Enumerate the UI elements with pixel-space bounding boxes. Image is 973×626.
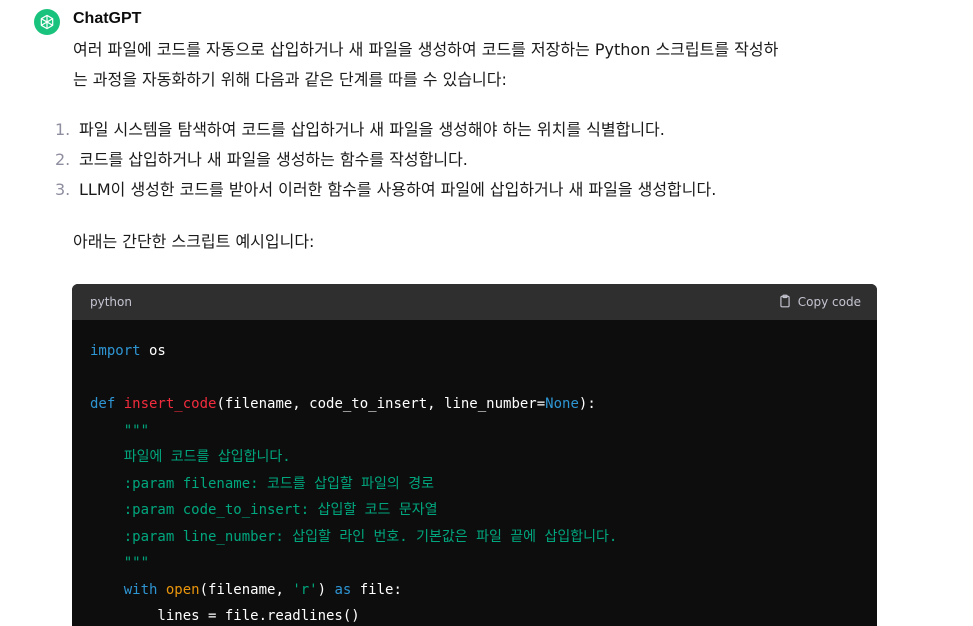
- code-token: 'r': [292, 581, 318, 598]
- intro-line-1: 여러 파일에 코드를 자동으로 삽입하거나 새 파일을 생성하여 코드를 저장하…: [73, 40, 779, 59]
- code-line: """: [90, 550, 859, 577]
- code-token: file:: [351, 581, 402, 598]
- code-token: ):: [578, 396, 596, 412]
- code-language-label: python: [90, 295, 132, 309]
- code-token: open: [165, 581, 200, 598]
- code-line: """: [90, 418, 859, 445]
- assistant-message: ChatGPT 여러 파일에 코드를 자동으로 삽입하거나 새 파일을 생성하여…: [0, 0, 973, 626]
- openai-logo-icon: [34, 9, 60, 35]
- step-text: 코드를 삽입하거나 새 파일을 생성하는 함수를 작성합니다.: [79, 150, 468, 169]
- step-number: 3.: [55, 180, 71, 199]
- code-token: import: [90, 343, 141, 359]
- code-token: """: [90, 555, 150, 571]
- code-line: :param line_number: 삽입할 라인 번호. 기본값은 파일 끝…: [90, 524, 859, 551]
- example-intro: 아래는 간단한 스크립트 예시입니다:: [73, 232, 315, 251]
- step-text: LLM이 생성한 코드를 받아서 이러한 함수를 사용하여 파일에 삽입하거나 …: [79, 180, 717, 199]
- code-token: def: [90, 396, 124, 412]
- code-token: (filename, code_to_insert, line_number=: [216, 396, 546, 412]
- step-text: 파일 시스템을 탐색하여 코드를 삽입하거나 새 파일을 생성해야 하는 위치를…: [79, 120, 665, 139]
- code-token: lines = file.readlines(): [90, 608, 360, 624]
- intro-paragraph: 여러 파일에 코드를 자동으로 삽입하거나 새 파일을 생성하여 코드를 저장하…: [73, 35, 883, 95]
- code-token: os: [140, 343, 166, 359]
- code-line: 파일에 코드를 삽입합니다.: [90, 444, 859, 471]
- step-number: 2.: [55, 150, 71, 169]
- step-item: 3. LLM이 생성한 코드를 받아서 이러한 함수를 사용하여 파일에 삽입하거…: [55, 175, 883, 205]
- code-token: :param line_number: 삽입할 라인 번호. 기본값은 파일 끝…: [90, 528, 618, 545]
- code-line: import os: [90, 338, 859, 365]
- code-header: python Copy code: [72, 284, 877, 320]
- code-body[interactable]: import os def insert_code(filename, code_…: [72, 320, 877, 626]
- intro-line-2: 는 과정을 자동화하기 위해 다음과 같은 단계를 따를 수 있습니다:: [73, 70, 507, 89]
- code-token: as: [334, 581, 352, 598]
- message-content: 여러 파일에 코드를 자동으로 삽입하거나 새 파일을 생성하여 코드를 저장하…: [55, 35, 883, 257]
- code-token: ): [317, 581, 335, 598]
- code-block: python Copy code import os def insert_cod…: [72, 284, 877, 626]
- code-line: with open(filename, 'r') as file:: [90, 577, 859, 604]
- code-token: with: [123, 581, 158, 598]
- code-token: 파일에 코드를 삽입합니다.: [90, 449, 291, 465]
- code-line: :param filename: 코드를 삽입할 파일의 경로: [90, 471, 859, 498]
- author-name: ChatGPT: [73, 10, 142, 27]
- steps-list: 1. 파일 시스템을 탐색하여 코드를 삽입하거나 새 파일을 생성해야 하는 위…: [55, 115, 883, 205]
- code-line: def insert_code(filename, code_to_insert…: [90, 391, 859, 418]
- code-token: insert_code: [123, 396, 217, 412]
- copy-code-button[interactable]: Copy code: [778, 294, 861, 311]
- code-token: :param filename: 코드를 삽입할 파일의 경로: [90, 475, 434, 492]
- step-number: 1.: [55, 120, 71, 139]
- step-item: 2. 코드를 삽입하거나 새 파일을 생성하는 함수를 작성합니다.: [55, 145, 883, 175]
- code-token: (filename,: [199, 581, 293, 598]
- code-token: """: [90, 422, 150, 439]
- step-item: 1. 파일 시스템을 탐색하여 코드를 삽입하거나 새 파일을 생성해야 하는 위…: [55, 115, 883, 145]
- code-line: :param code_to_insert: 삽입할 코드 문자열: [90, 497, 859, 524]
- copy-code-label: Copy code: [797, 295, 861, 309]
- code-token: :param code_to_insert: 삽입할 코드 문자열: [90, 502, 438, 518]
- clipboard-icon: [778, 294, 792, 311]
- code-token: None: [545, 396, 579, 412]
- code-line: lines = file.readlines(): [90, 603, 859, 626]
